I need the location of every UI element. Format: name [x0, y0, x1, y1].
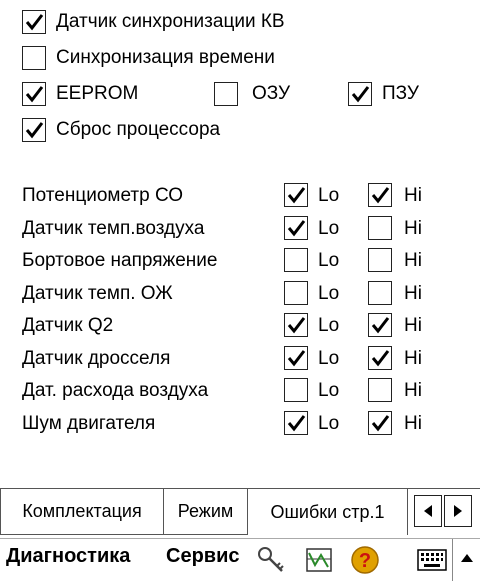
- hi-label: Hi: [404, 250, 422, 271]
- sensor-label: Потенциометр СО: [22, 185, 184, 206]
- checkbox[interactable]: [348, 82, 372, 106]
- hi-label: Hi: [404, 412, 422, 434]
- hi-checkbox[interactable]: [368, 280, 392, 305]
- checkbox[interactable]: [22, 82, 46, 106]
- checkmark-icon: [371, 349, 390, 366]
- hi-checkbox[interactable]: [368, 378, 392, 402]
- tab-bar: Комплектация Режим Ошибки стр.1: [0, 488, 480, 539]
- right-arrow-icon: [454, 505, 462, 517]
- help-icon[interactable]: ?: [350, 545, 380, 575]
- tab-label: Комплектация: [22, 501, 142, 521]
- lo-checkbox[interactable]: [284, 183, 308, 207]
- option-label: Сброс процессора: [56, 119, 221, 140]
- tab-komplektatsiya[interactable]: Комплектация: [0, 489, 164, 535]
- tab-scroll-right-button[interactable]: [444, 495, 472, 527]
- option-eeprom[interactable]: EEPROM: [22, 82, 138, 106]
- checkmark-icon: [351, 86, 370, 103]
- checkmark-icon: [25, 14, 44, 31]
- checkmark-icon: [25, 122, 44, 139]
- lo-checkbox[interactable]: [284, 378, 308, 402]
- lo-checkbox[interactable]: [284, 215, 308, 240]
- menu-diagnostics[interactable]: Диагностика: [6, 545, 130, 568]
- hi-label: Hi: [404, 217, 422, 239]
- tab-errors-page1[interactable]: Ошибки стр.1: [248, 489, 408, 535]
- checkbox[interactable]: [22, 118, 46, 142]
- checkbox[interactable]: [22, 10, 46, 34]
- option-label: Датчик синхронизации КВ: [56, 11, 285, 32]
- keyboard-button[interactable]: [410, 539, 452, 581]
- option-rom[interactable]: ПЗУ: [348, 82, 419, 106]
- sensor-label: Шум двигателя: [22, 412, 156, 434]
- checkmark-icon: [25, 86, 44, 103]
- tab-label: Ошибки стр.1: [270, 501, 385, 522]
- lo-label: Lo: [318, 250, 340, 271]
- option-label: EEPROM: [56, 83, 139, 104]
- hi-label: Hi: [404, 380, 422, 401]
- lo-label: Lo: [318, 185, 340, 206]
- checkmark-icon: [287, 317, 306, 334]
- checkbox[interactable]: [214, 82, 238, 106]
- hi-label: Hi: [404, 185, 422, 206]
- option-time-sync[interactable]: Синхронизация времени: [22, 46, 275, 70]
- checkmark-icon: [371, 187, 390, 204]
- sensor-label: Дат. расхода воздуха: [22, 380, 209, 401]
- lo-checkbox[interactable]: [284, 280, 308, 305]
- option-label: ПЗУ: [382, 83, 419, 104]
- tab-rezhim[interactable]: Режим: [164, 489, 248, 535]
- lo-label: Lo: [318, 217, 340, 239]
- checkbox[interactable]: [22, 46, 46, 70]
- hi-checkbox[interactable]: [368, 248, 392, 272]
- lo-label: Lo: [318, 315, 340, 336]
- keys-icon[interactable]: [256, 545, 286, 575]
- checkmark-icon: [287, 219, 306, 236]
- hi-checkbox[interactable]: [368, 215, 392, 240]
- lo-checkbox[interactable]: [284, 345, 308, 370]
- lo-label: Lo: [318, 347, 340, 369]
- lo-label: Lo: [318, 282, 340, 304]
- tab-scroll-left-button[interactable]: [414, 495, 442, 527]
- svg-text:?: ?: [359, 550, 371, 572]
- sensor-label: Бортовое напряжение: [22, 250, 218, 271]
- sensor-label: Датчик темп. ОЖ: [22, 282, 173, 304]
- option-label: ОЗУ: [252, 83, 291, 104]
- hi-checkbox[interactable]: [368, 410, 392, 435]
- hi-checkbox[interactable]: [368, 345, 392, 370]
- tab-label: Режим: [177, 501, 234, 521]
- checkmark-icon: [287, 414, 306, 431]
- checkmark-icon: [371, 414, 390, 431]
- menu-service[interactable]: Сервис: [166, 545, 240, 568]
- hi-label: Hi: [404, 347, 422, 369]
- option-cpu-reset[interactable]: Сброс процессора: [22, 118, 220, 142]
- up-arrow-icon: [461, 554, 473, 562]
- lo-checkbox[interactable]: [284, 248, 308, 272]
- sensor-label: Датчик дросселя: [22, 347, 171, 369]
- hi-checkbox[interactable]: [368, 313, 392, 337]
- lo-checkbox[interactable]: [284, 313, 308, 337]
- keyboard-icon: [417, 549, 447, 571]
- checkmark-icon: [287, 349, 306, 366]
- sensor-label: Датчик Q2: [22, 315, 114, 336]
- lo-label: Lo: [318, 380, 340, 401]
- left-arrow-icon: [424, 505, 432, 517]
- checkmark-icon: [287, 187, 306, 204]
- option-label: Синхронизация времени: [56, 47, 275, 68]
- sensor-label: Датчик темп.воздуха: [22, 217, 205, 239]
- lo-checkbox[interactable]: [284, 410, 308, 435]
- hi-label: Hi: [404, 282, 422, 304]
- menu-bar: Диагностика Сервис ?: [0, 538, 480, 581]
- input-menu-button[interactable]: [452, 539, 480, 581]
- lo-label: Lo: [318, 412, 340, 434]
- chart-icon[interactable]: [304, 545, 334, 575]
- checkmark-icon: [371, 317, 390, 334]
- hi-checkbox[interactable]: [368, 183, 392, 207]
- option-ram[interactable]: ОЗУ: [214, 82, 290, 106]
- option-sync-kv[interactable]: Датчик синхронизации КВ: [22, 10, 285, 34]
- hi-label: Hi: [404, 315, 422, 336]
